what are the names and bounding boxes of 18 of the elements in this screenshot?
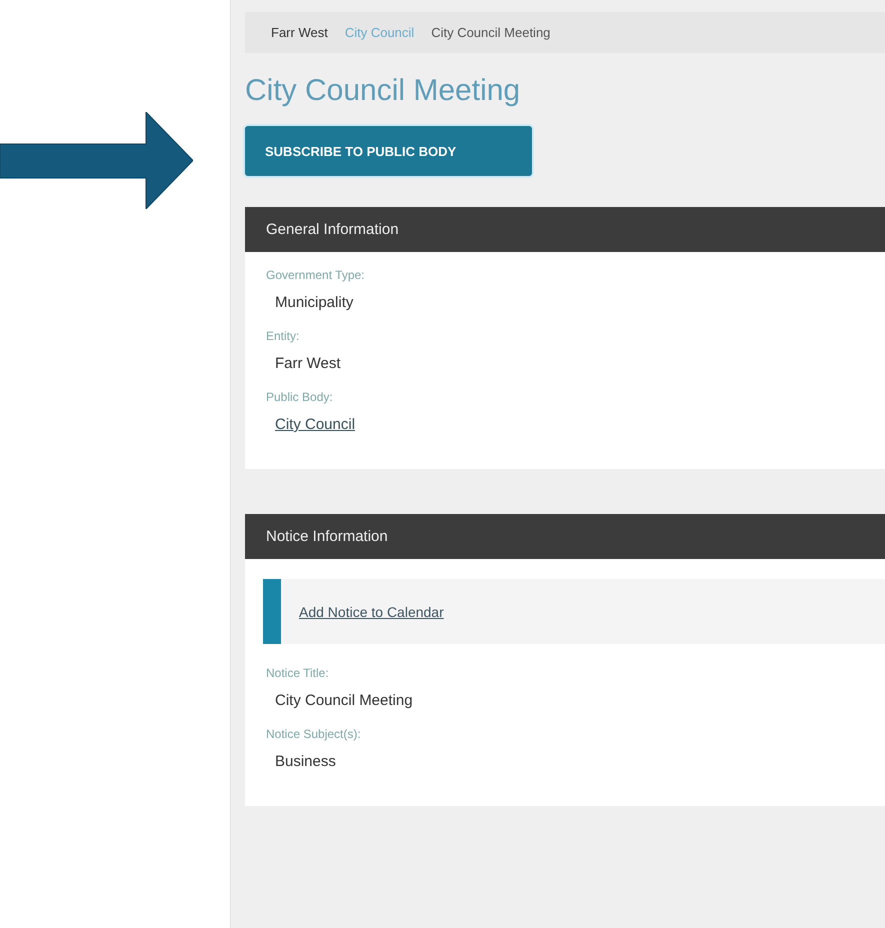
field-label: Notice Subject(s): xyxy=(265,727,362,741)
accent-bar xyxy=(263,579,281,644)
field-link[interactable]: City Council xyxy=(245,416,356,433)
breadcrumb-item: City Council Meeting xyxy=(431,25,550,40)
subscribe-button[interactable]: SUBSCRIBE TO PUBLIC BODY xyxy=(245,126,532,176)
field-label: Government Type: xyxy=(265,268,366,282)
field-value: Farr West xyxy=(274,355,341,372)
field-label: Public Body: xyxy=(265,390,334,404)
section-header: Notice Information xyxy=(245,514,885,559)
calendar-link[interactable]: Add Notice to Calendar xyxy=(299,604,444,620)
field-label: Entity: xyxy=(265,329,300,343)
field-label: Notice Title: xyxy=(265,666,330,680)
section-header: General Information xyxy=(245,207,885,252)
field-value: City Council Meeting xyxy=(274,692,413,709)
page-title: City Council Meeting xyxy=(245,73,522,109)
breadcrumb-item: Farr West xyxy=(271,25,328,40)
field-value: Municipality xyxy=(274,294,354,311)
field-value: Business xyxy=(274,753,336,770)
